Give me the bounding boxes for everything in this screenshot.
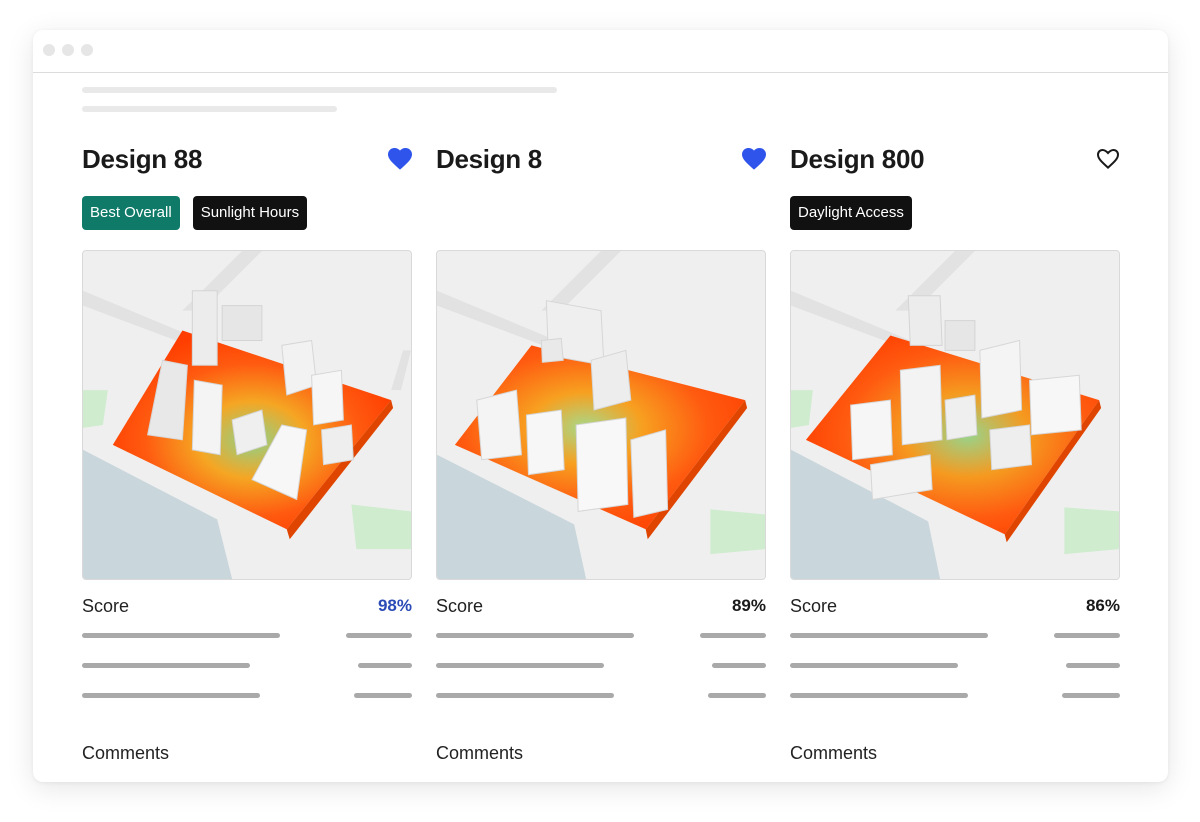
metric-placeholder-line — [790, 663, 958, 668]
metric-placeholder-line — [790, 633, 988, 638]
metric-placeholder-line — [436, 633, 634, 638]
metric-placeholder-value — [708, 693, 766, 698]
browser-window: Design 88 Best Overall Sunlight Hours Sc… — [33, 30, 1168, 782]
metric-placeholder-value — [1066, 663, 1120, 668]
metric-placeholder-line — [82, 693, 260, 698]
design-card: Design 800 Daylight Access Score 86% Com… — [790, 144, 1120, 782]
design-title: Design 800 — [790, 144, 925, 174]
design-massing-thumbnail[interactable] — [82, 250, 412, 580]
design-card: Design 88 Best Overall Sunlight Hours Sc… — [82, 144, 412, 782]
metric-placeholder-line — [436, 693, 614, 698]
metric-placeholder-value — [1062, 693, 1120, 698]
metric-placeholder-line — [436, 663, 604, 668]
window-minimize-dot[interactable] — [62, 44, 74, 56]
design-card: Design 8 Score 89% Comments — [436, 144, 766, 782]
header-placeholder-line — [82, 87, 557, 93]
score-label: Score — [436, 596, 484, 616]
window-maximize-dot[interactable] — [81, 44, 93, 56]
metric-placeholder-line — [790, 693, 968, 698]
metric-placeholder-line — [82, 633, 280, 638]
metric-placeholder-line — [82, 663, 250, 668]
metric-placeholder-value — [712, 663, 766, 668]
favorite-heart-outline-icon[interactable] — [1096, 148, 1120, 170]
metric-placeholder-value — [358, 663, 412, 668]
score-value: 89% — [731, 596, 766, 615]
best-overall-tag: Best Overall — [82, 196, 180, 230]
comments-label[interactable]: Comments — [436, 743, 523, 764]
metric-placeholder-value — [346, 633, 412, 638]
design-massing-thumbnail[interactable] — [790, 250, 1120, 580]
metric-placeholder-value — [700, 633, 766, 638]
favorite-heart-icon[interactable] — [742, 148, 766, 170]
favorite-heart-icon[interactable] — [388, 148, 412, 170]
design-title: Design 8 — [436, 144, 542, 174]
score-value: 98% — [377, 596, 412, 615]
title-bar — [33, 30, 1168, 73]
metric-placeholder-value — [354, 693, 412, 698]
design-massing-thumbnail[interactable] — [436, 250, 766, 580]
score-label: Score — [82, 596, 130, 616]
comments-label[interactable]: Comments — [82, 743, 169, 764]
sunlight-hours-tag: Sunlight Hours — [192, 196, 308, 230]
daylight-access-tag: Daylight Access — [790, 196, 912, 230]
design-title: Design 88 — [82, 144, 203, 174]
tag-row: Daylight Access — [790, 196, 912, 230]
comments-label[interactable]: Comments — [790, 743, 877, 764]
score-value: 86% — [1085, 596, 1120, 615]
header-placeholder-line — [82, 106, 337, 112]
window-close-dot[interactable] — [43, 44, 55, 56]
metric-placeholder-value — [1054, 633, 1120, 638]
score-label: Score — [790, 596, 838, 616]
tag-row: Best Overall Sunlight Hours — [82, 196, 308, 230]
